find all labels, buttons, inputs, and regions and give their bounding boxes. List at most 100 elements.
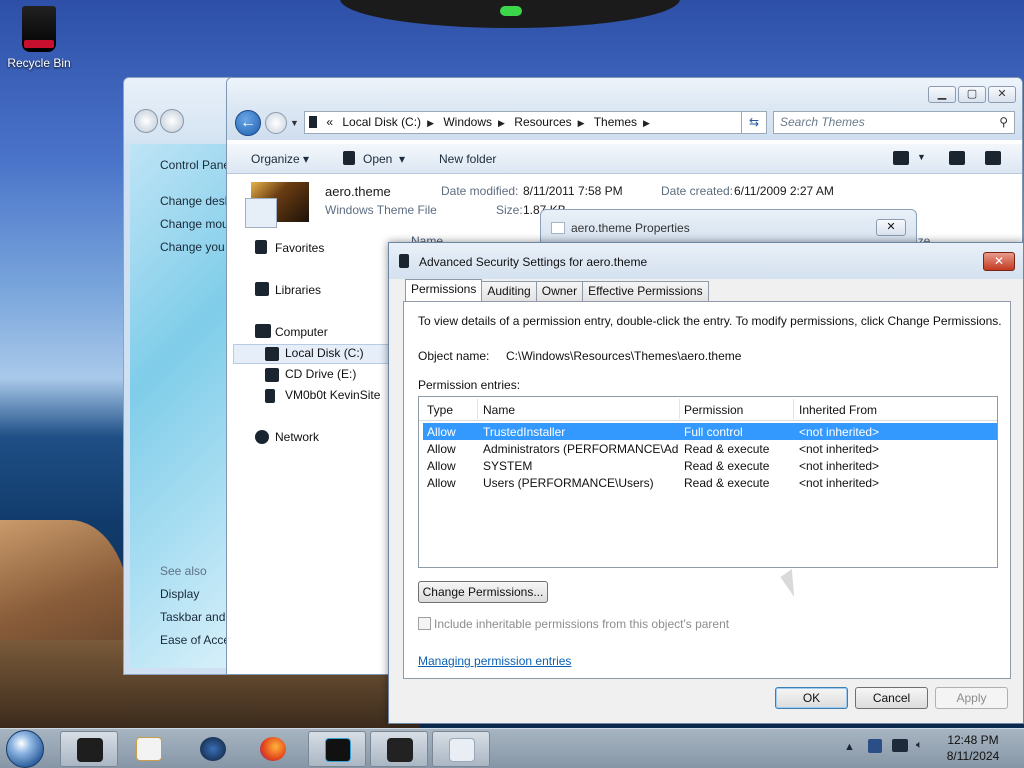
theme-thumbnail (245, 182, 309, 228)
forward-button[interactable] (265, 112, 287, 134)
column-type[interactable]: Type (427, 403, 453, 417)
views-dropdown-icon[interactable]: ▼ (917, 152, 926, 162)
chevron-right-icon[interactable]: ▶ (643, 118, 650, 128)
control-panel-window[interactable]: Control Panel Change desk Change mou Cha… (123, 77, 233, 675)
ok-button[interactable]: OK (775, 687, 848, 709)
clock[interactable]: 12:48 PM 8/11/2024 (938, 732, 1008, 764)
apply-button[interactable]: Apply (935, 687, 1008, 709)
crumb-windows[interactable]: Windows (443, 115, 492, 129)
chevron-right-icon[interactable]: ▶ (498, 118, 505, 128)
explorer-titlebar[interactable]: ▁ ▢ ✕ (227, 78, 1022, 106)
views-icon[interactable] (893, 151, 909, 165)
instructions-text: To view details of a permission entry, d… (418, 314, 1002, 328)
column-permission[interactable]: Permission (684, 403, 743, 417)
organize-button[interactable]: Organize ▾ (251, 152, 309, 166)
cp-link-account[interactable]: Change you (160, 240, 225, 254)
tray-app-icon[interactable] (868, 739, 882, 753)
permission-entries-list[interactable]: Type Name Permission Inherited From Allo… (418, 396, 998, 568)
cp-link-display[interactable]: Display (160, 587, 199, 601)
cp-link-desktop[interactable]: Change desk (160, 194, 231, 208)
recycle-bin[interactable]: Recycle Bin (6, 6, 72, 70)
taskbar-item-window[interactable] (370, 731, 428, 767)
cp-forward-icon[interactable] (160, 109, 184, 133)
tab-effective-permissions[interactable]: Effective Permissions (582, 281, 709, 301)
tab-auditing[interactable]: Auditing (481, 281, 537, 301)
search-input[interactable]: Search Themes ⚲ (773, 111, 1015, 134)
row-inherited: <not inherited> (799, 425, 880, 439)
media-player-icon (136, 737, 162, 761)
row-inherited: <not inherited> (799, 476, 880, 490)
taskbar-item-explorer[interactable] (60, 731, 118, 767)
minimize-button[interactable]: ▁ (928, 86, 956, 103)
volume-icon[interactable]: 🔈︎ (916, 739, 923, 752)
gadget-light-icon (500, 6, 522, 16)
new-folder-button[interactable]: New folder (439, 152, 496, 166)
tab-strip: Permissions Auditing Owner Effective Per… (405, 279, 709, 301)
nav-libraries[interactable]: Libraries (275, 283, 321, 297)
refresh-button[interactable]: ⇆ (741, 111, 767, 134)
chevron-right-icon[interactable]: ▶ (578, 118, 585, 128)
nav-favorites[interactable]: Favorites (275, 241, 324, 255)
managing-permissions-link[interactable]: Managing permission entries (418, 654, 571, 668)
help-icon[interactable] (985, 151, 1001, 165)
libraries-icon (255, 282, 269, 296)
tab-owner[interactable]: Owner (535, 281, 584, 301)
checkbox-box[interactable] (418, 617, 431, 630)
file-icon (551, 222, 565, 234)
advanced-security-dialog[interactable]: Advanced Security Settings for aero.them… (388, 242, 1024, 724)
chevron-up-icon[interactable]: ▲ (844, 741, 855, 753)
row-name: TrustedInstaller (483, 425, 566, 439)
taskbar-item-firefox[interactable] (244, 731, 302, 767)
folder-icon (309, 116, 317, 128)
cancel-button[interactable]: Cancel (855, 687, 928, 709)
nav-cd-drive[interactable]: CD Drive (E:) (285, 367, 356, 381)
start-button[interactable] (6, 730, 44, 768)
table-row[interactable]: Allow Users (PERFORMANCE\Users) Read & e… (423, 474, 997, 491)
column-inherited-from[interactable]: Inherited From (799, 403, 877, 417)
taskbar-item-media[interactable] (120, 731, 178, 767)
taskbar-item-files[interactable] (432, 731, 490, 767)
chevron-right-icon[interactable]: ▶ (427, 118, 434, 128)
dialog-titlebar[interactable]: Advanced Security Settings for aero.them… (389, 243, 1023, 279)
table-row[interactable]: Allow Administrators (PERFORMANCE\Adm...… (423, 440, 997, 457)
cp-link-taskbar[interactable]: Taskbar and (160, 610, 225, 624)
properties-close-button[interactable]: ✕ (876, 219, 906, 236)
cp-back-icon[interactable] (134, 109, 158, 133)
crumb-local-disk[interactable]: Local Disk (C:) (342, 115, 421, 129)
taskbar-item-app[interactable] (308, 731, 366, 767)
file-type: Windows Theme File (325, 203, 437, 217)
taskbar-item-browser[interactable] (184, 731, 242, 767)
crumb-resources[interactable]: Resources (514, 115, 571, 129)
dialog-title: Advanced Security Settings for aero.them… (419, 255, 648, 269)
tab-permissions[interactable]: Permissions (405, 279, 483, 301)
back-button[interactable]: ← (235, 110, 261, 136)
crumb-themes[interactable]: Themes (594, 115, 637, 129)
cp-link-home[interactable]: Control Panel (160, 158, 232, 172)
nav-network[interactable]: Network (275, 430, 319, 444)
maximize-button[interactable]: ▢ (958, 86, 986, 103)
address-overflow[interactable]: « (326, 115, 333, 129)
open-icon (343, 151, 355, 165)
clock-date: 8/11/2024 (946, 749, 1000, 763)
open-button[interactable]: Open ▾ (363, 152, 405, 166)
search-placeholder: Search Themes (780, 115, 865, 129)
network-status-icon[interactable] (892, 739, 908, 752)
include-inheritable-label: Include inheritable permissions from thi… (434, 617, 730, 631)
column-name[interactable]: Name (483, 403, 515, 417)
history-dropdown-icon[interactable]: ▼ (290, 118, 299, 128)
top-gadget (340, 0, 680, 28)
table-row[interactable]: Allow TrustedInstaller Full control <not… (423, 423, 997, 440)
search-icon[interactable]: ⚲ (999, 112, 1008, 133)
close-button[interactable]: ✕ (988, 86, 1016, 103)
nav-local-disk[interactable]: Local Disk (C:) (285, 346, 364, 360)
nav-computer[interactable]: Computer (275, 325, 328, 339)
cp-link-mouse[interactable]: Change mou (160, 217, 229, 231)
dialog-close-button[interactable]: ✕ (983, 252, 1015, 271)
preview-pane-icon[interactable] (949, 151, 965, 165)
cp-link-ease[interactable]: Ease of Acce (160, 633, 230, 647)
table-row[interactable]: Allow SYSTEM Read & execute <not inherit… (423, 457, 997, 474)
row-name: Users (PERFORMANCE\Users) (483, 476, 654, 490)
address-bar[interactable]: « Local Disk (C:) ▶ Windows ▶ Resources ▶ T… (304, 111, 765, 134)
nav-network-share[interactable]: VM0b0t KevinSite (285, 388, 380, 402)
change-permissions-button[interactable]: Change Permissions... (418, 581, 548, 603)
